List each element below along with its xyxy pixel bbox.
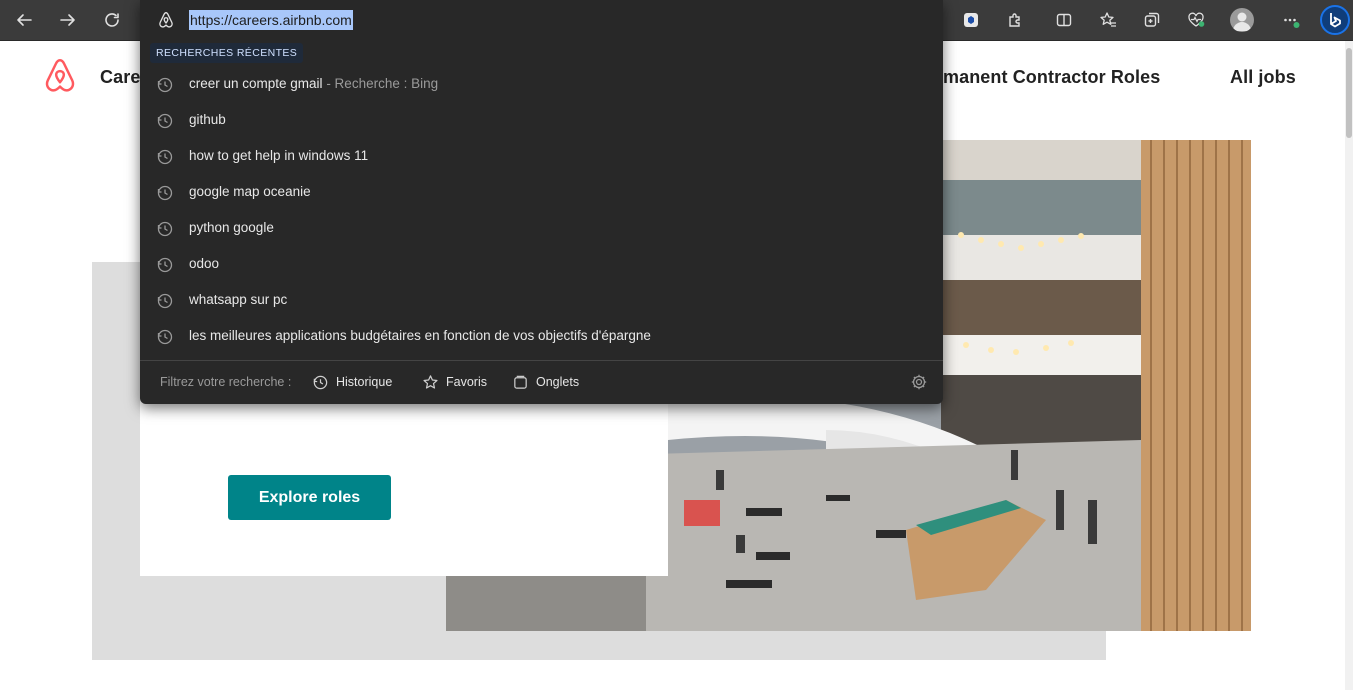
split-screen-icon bbox=[1056, 13, 1072, 27]
recent-search-query: google map oceanie bbox=[189, 184, 311, 199]
back-button[interactable] bbox=[10, 6, 38, 34]
recent-search-text: odoo bbox=[189, 256, 219, 271]
extensions-button[interactable] bbox=[1001, 6, 1029, 34]
forward-button[interactable] bbox=[54, 6, 82, 34]
hero-card bbox=[140, 380, 668, 576]
recent-search-query: les meilleures applications budgétaires … bbox=[189, 328, 651, 343]
profile-button[interactable] bbox=[1230, 8, 1254, 32]
nav-careers-link[interactable]: Care bbox=[100, 67, 140, 88]
more-button[interactable] bbox=[1277, 6, 1305, 34]
history-icon bbox=[157, 185, 173, 201]
recent-search-text: les meilleures applications budgétaires … bbox=[189, 328, 651, 343]
recent-search-query: odoo bbox=[189, 256, 220, 271]
recent-search-text: how to get help in windows 11 bbox=[189, 148, 368, 163]
refresh-button[interactable] bbox=[98, 6, 126, 34]
profile-icon bbox=[1233, 12, 1251, 31]
back-icon bbox=[17, 14, 32, 26]
history-icon bbox=[157, 221, 173, 237]
filter-history-label: Historique bbox=[336, 375, 393, 389]
collections-button[interactable] bbox=[1138, 6, 1166, 34]
recent-search-text: github bbox=[189, 112, 226, 127]
recent-search-text: whatsapp sur pc bbox=[189, 292, 287, 307]
bing-button[interactable] bbox=[1320, 5, 1350, 35]
filter-label: Filtrez votre recherche : bbox=[160, 375, 292, 389]
address-bar-dropdown: https://careers.airbnb.com RECHERCHES RÉ… bbox=[140, 0, 943, 404]
filter-tabs-label: Onglets bbox=[536, 375, 580, 389]
history-icon bbox=[313, 375, 328, 389]
recent-search-item[interactable]: python google bbox=[140, 211, 943, 247]
collections-icon bbox=[1144, 12, 1160, 27]
refresh-icon bbox=[105, 13, 119, 27]
recent-search-query: whatsapp sur pc bbox=[189, 292, 288, 307]
forward-icon bbox=[60, 14, 75, 26]
filter-history-button[interactable]: Historique bbox=[312, 373, 392, 391]
recent-search-item[interactable]: google map oceanie bbox=[140, 175, 943, 211]
nav-all-jobs-link[interactable]: All jobs bbox=[1230, 67, 1296, 88]
recent-search-query: how to get help in windows 11 bbox=[189, 148, 369, 163]
history-icon bbox=[157, 293, 173, 309]
recent-search-query: creer un compte gmail bbox=[189, 76, 323, 91]
tabs-icon bbox=[514, 375, 527, 389]
recent-search-item[interactable]: les meilleures applications budgétaires … bbox=[140, 319, 943, 355]
extension-icon bbox=[964, 13, 978, 27]
history-icon bbox=[157, 77, 173, 93]
recent-search-text: creer un compte gmail - Recherche : Bing bbox=[189, 76, 438, 91]
address-bar[interactable]: https://careers.airbnb.com bbox=[140, 0, 943, 40]
explore-roles-button[interactable]: Explore roles bbox=[228, 475, 391, 520]
scrollbar-thumb[interactable] bbox=[1346, 48, 1352, 138]
favorites-icon bbox=[1100, 12, 1116, 27]
recent-searches-header: RECHERCHES RÉCENTES bbox=[150, 43, 304, 63]
favorites-button[interactable] bbox=[1094, 6, 1122, 34]
recent-search-item[interactable]: github bbox=[140, 103, 943, 139]
puzzle-icon bbox=[1009, 13, 1020, 27]
gear-icon[interactable] bbox=[910, 373, 928, 391]
star-icon bbox=[423, 374, 438, 389]
recent-search-source: - Recherche : Bing bbox=[322, 76, 439, 91]
performance-button[interactable] bbox=[1182, 6, 1210, 34]
recent-search-text: python google bbox=[189, 220, 274, 235]
history-icon bbox=[157, 257, 173, 273]
dropdown-divider bbox=[140, 360, 943, 361]
address-input[interactable]: https://careers.airbnb.com bbox=[189, 10, 353, 30]
recent-search-query: python google bbox=[189, 220, 274, 235]
page-scrollbar[interactable] bbox=[1345, 40, 1353, 690]
more-icon bbox=[1284, 18, 1300, 28]
bing-icon bbox=[1330, 13, 1341, 28]
split-screen-button[interactable] bbox=[1050, 6, 1078, 34]
filter-favorites-button[interactable]: Favoris bbox=[422, 373, 487, 391]
recent-search-text: google map oceanie bbox=[189, 184, 311, 199]
history-icon bbox=[157, 329, 173, 345]
performance-icon bbox=[1188, 12, 1205, 27]
recent-search-item[interactable]: creer un compte gmail - Recherche : Bing bbox=[140, 67, 943, 103]
airbnb-logo[interactable] bbox=[42, 58, 78, 94]
airbnb-favicon-icon bbox=[159, 12, 173, 28]
filter-tabs-button[interactable]: Onglets bbox=[512, 373, 579, 391]
recent-search-item[interactable]: how to get help in windows 11 bbox=[140, 139, 943, 175]
history-icon bbox=[157, 113, 173, 129]
recent-search-item[interactable]: odoo bbox=[140, 247, 943, 283]
filter-bar: Filtrez votre recherche : Historique Fav… bbox=[140, 362, 943, 402]
recent-search-item[interactable]: whatsapp sur pc bbox=[140, 283, 943, 319]
nav-contractor-roles-link[interactable]: manent Contractor Roles bbox=[943, 67, 1160, 88]
history-icon bbox=[157, 149, 173, 165]
recent-search-query: github bbox=[189, 112, 226, 127]
extension-button[interactable] bbox=[957, 6, 985, 34]
filter-favorites-label: Favoris bbox=[446, 375, 487, 389]
